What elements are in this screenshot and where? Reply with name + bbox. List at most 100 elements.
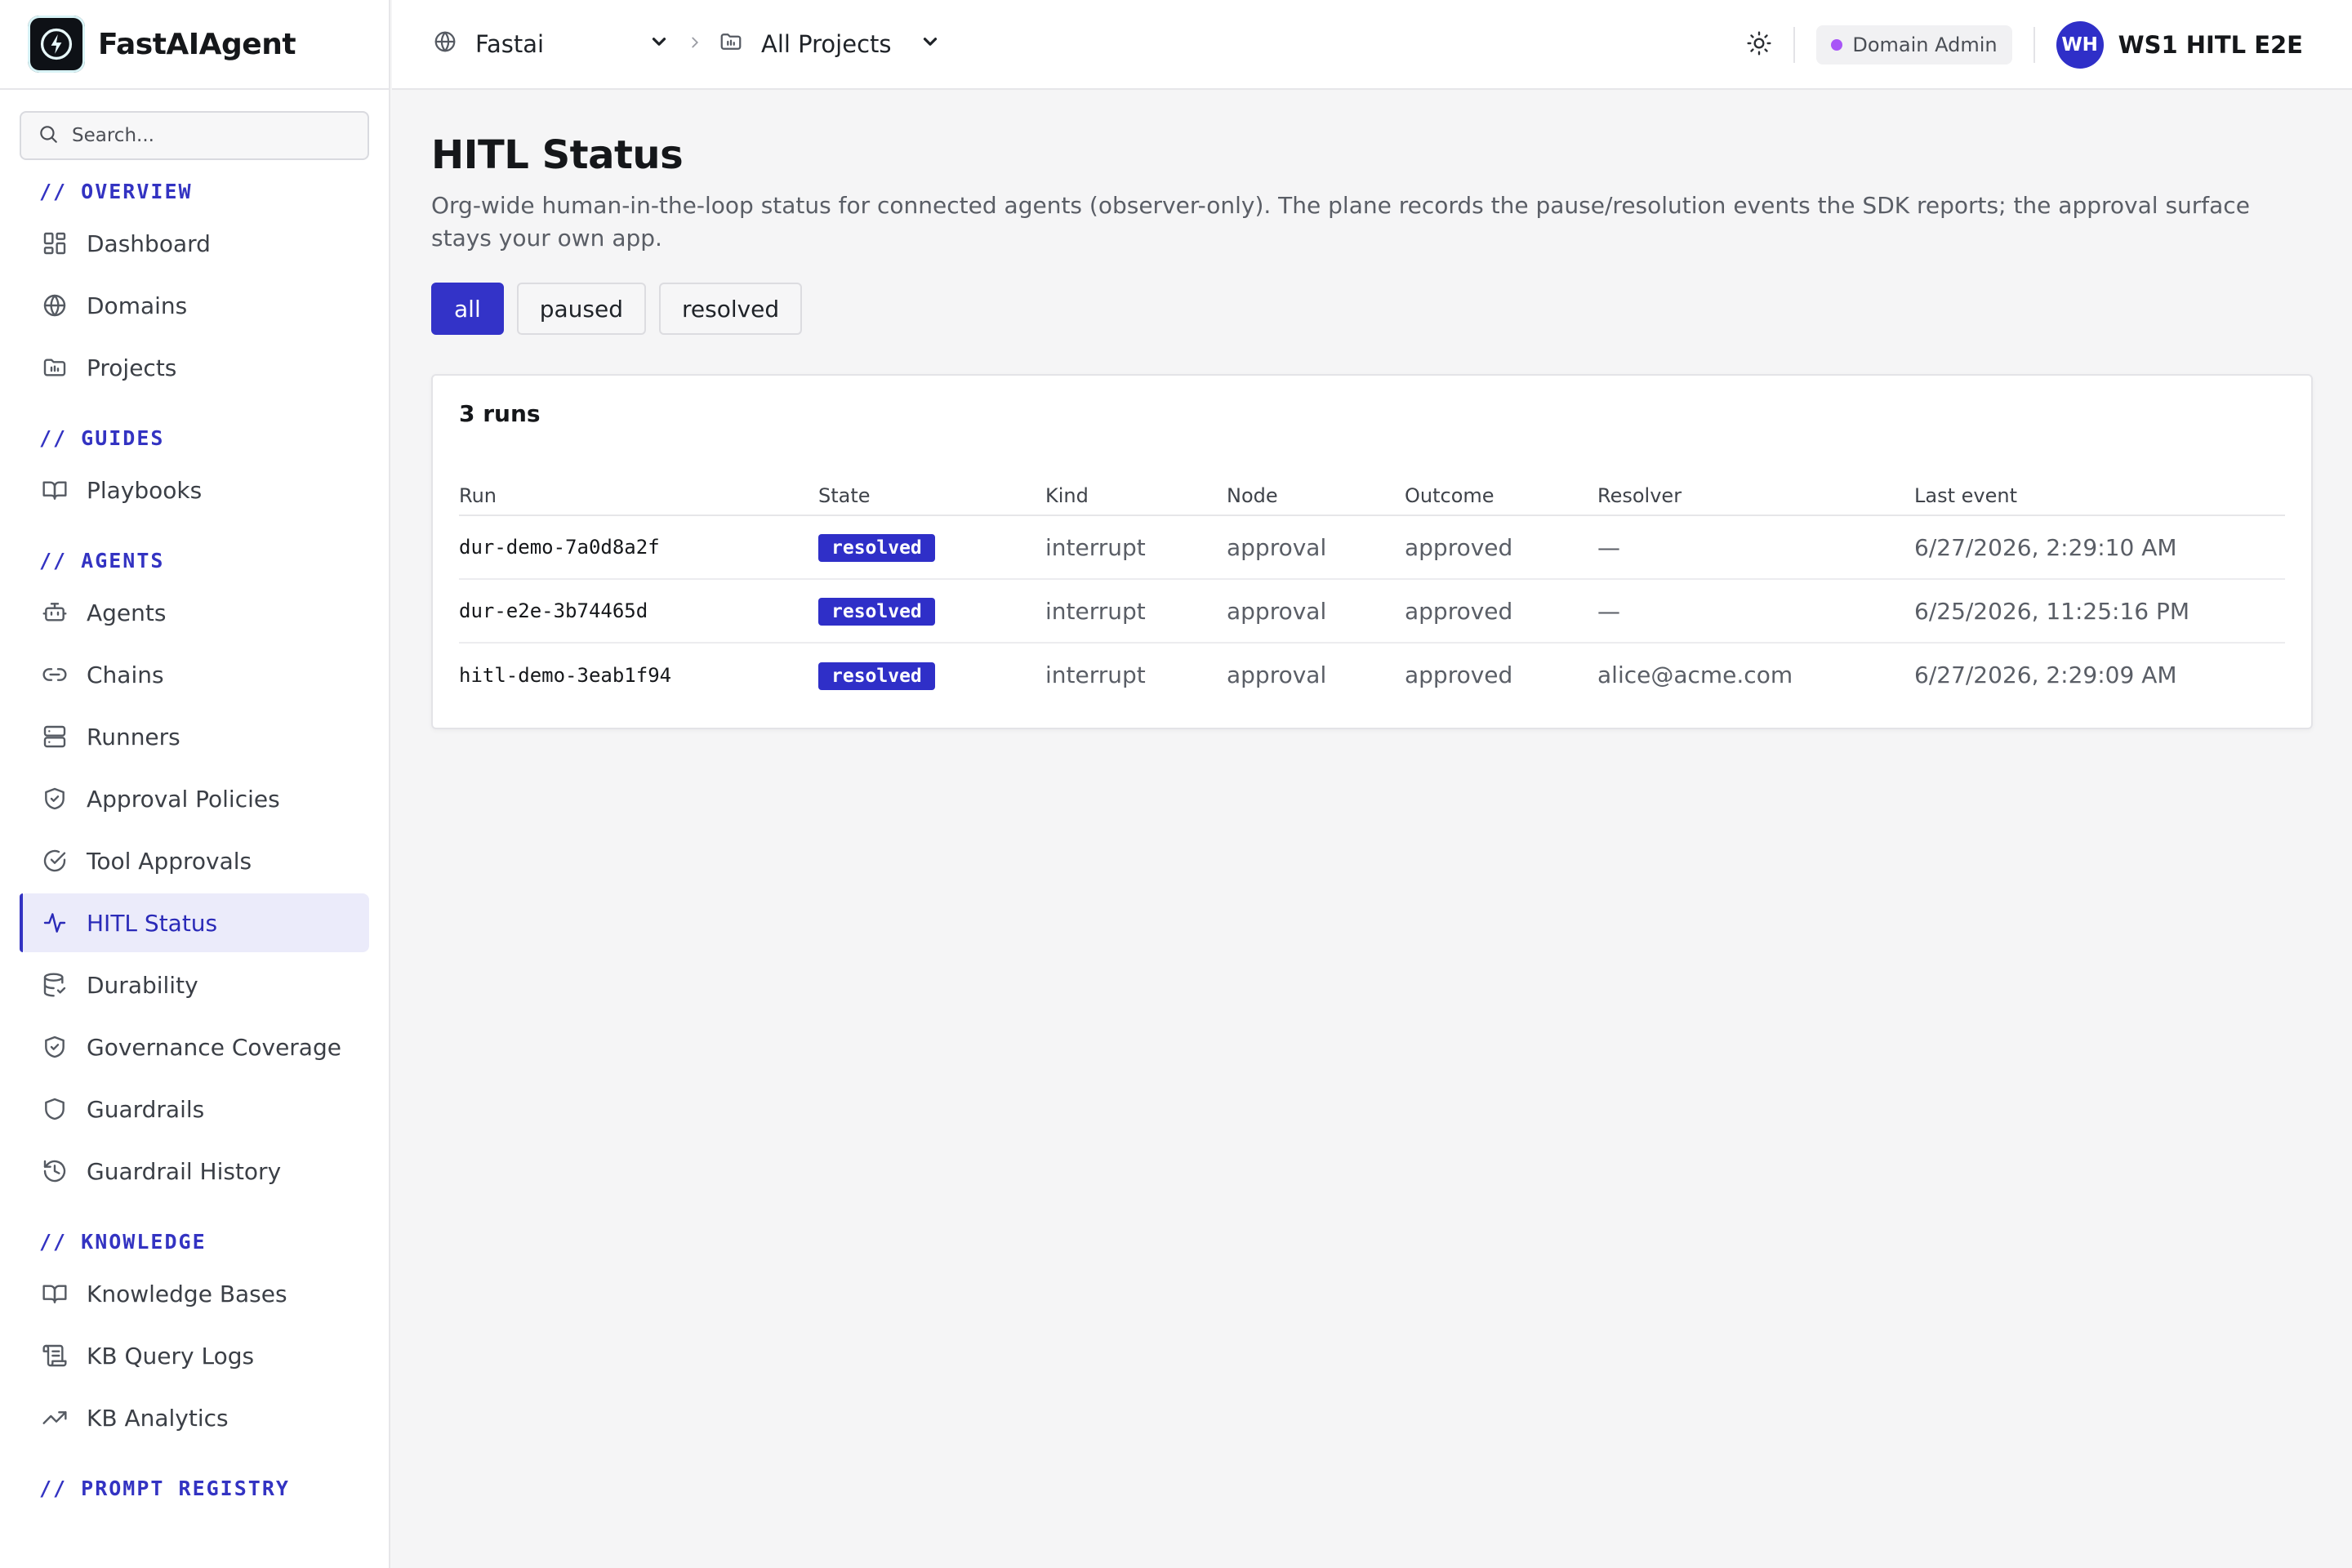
sidebar-item-label: Playbooks: [87, 476, 203, 504]
sidebar-item-playbooks[interactable]: Playbooks: [20, 461, 369, 519]
search-box[interactable]: [20, 111, 369, 160]
section-title-guides: // GUIDES: [39, 425, 165, 450]
cell-kind: interrupt: [1045, 662, 1146, 688]
sidebar-item-durability[interactable]: Durability: [20, 956, 369, 1014]
filter-all-button[interactable]: all: [431, 283, 504, 335]
database-icon: [41, 971, 69, 999]
cell-last-event: 6/25/2026, 11:25:16 PM: [1914, 579, 2285, 644]
sidebar-item-label: Knowledge Bases: [87, 1280, 287, 1307]
sidebar-item-label: Guardrails: [87, 1095, 205, 1123]
user-menu[interactable]: WH WS1 HITL E2E: [2056, 21, 2303, 69]
project-selector[interactable]: All Projects: [719, 29, 941, 60]
column-header-state[interactable]: State: [818, 476, 1045, 516]
cell-run: dur-e2e-3b74465d: [459, 579, 818, 644]
sidebar-item-label: Approval Policies: [87, 785, 280, 813]
project-name: All Projects: [761, 30, 892, 58]
cell-outcome: approved: [1405, 515, 1597, 580]
sidebar-item-label: Dashboard: [87, 229, 211, 257]
sidebar-item-label: Durability: [87, 971, 198, 999]
cell-state: resolved: [818, 515, 1045, 580]
shield-icon: [41, 1095, 69, 1123]
cell-node: approval: [1227, 579, 1405, 644]
sidebar-item-domains[interactable]: Domains: [20, 276, 369, 335]
cell-node: approval: [1227, 515, 1405, 580]
sidebar-item-chains[interactable]: Chains: [20, 645, 369, 704]
sidebar-item-governance-coverage[interactable]: Governance Coverage: [20, 1018, 369, 1076]
filter-paused-button[interactable]: paused: [516, 283, 646, 335]
column-header-last-event[interactable]: Last event: [1914, 476, 2285, 516]
sidebar-item-approval-policies[interactable]: Approval Policies: [20, 769, 369, 828]
table-row[interactable]: dur-demo-7a0d8a2f resolved interrupt approv…: [459, 515, 2285, 580]
sidebar-item-guardrails[interactable]: Guardrails: [20, 1080, 369, 1138]
shield-check-icon: [41, 1033, 69, 1061]
state-badge: resolved: [818, 662, 935, 690]
book-icon: [41, 476, 69, 504]
runs-count: 3 runs: [459, 400, 541, 427]
avatar: WH: [2056, 21, 2104, 69]
sidebar-nav: // OVERVIEW Dashboard Domains Projects // GU…: [0, 168, 389, 1511]
sidebar-item-label: Agents: [87, 599, 167, 626]
sidebar-item-tool-approvals[interactable]: Tool Approvals: [20, 831, 369, 890]
breadcrumb-separator-icon: [686, 33, 704, 55]
table-row[interactable]: dur-e2e-3b74465d resolved interrupt approva…: [459, 579, 2285, 644]
domain-name: Fastai: [475, 30, 545, 58]
sidebar-item-projects[interactable]: Projects: [20, 338, 369, 397]
sidebar-item-runners[interactable]: Runners: [20, 707, 369, 766]
domain-selector[interactable]: Fastai: [433, 29, 670, 60]
theme-toggle-sun-icon[interactable]: [1746, 30, 1772, 60]
check-circle-icon: [41, 847, 69, 875]
page-description: Org-wide human-in-the-loop status for co…: [431, 192, 2250, 252]
cell-kind: interrupt: [1045, 579, 1227, 644]
dashboard-icon: [41, 229, 69, 257]
cell-state: resolved: [818, 643, 1045, 706]
sidebar-item-label: Runners: [87, 723, 180, 751]
sidebar-item-label: Domains: [87, 292, 188, 319]
sidebar-item-dashboard[interactable]: Dashboard: [20, 214, 369, 273]
cell-state: resolved: [818, 579, 1045, 644]
role-status-dot: [1831, 39, 1843, 51]
cell-outcome: approved: [1405, 579, 1597, 644]
cell-resolver: —: [1597, 515, 1914, 580]
sidebar-item-label: HITL Status: [87, 909, 218, 937]
column-header-outcome[interactable]: Outcome: [1405, 476, 1597, 516]
section-title-prompt-registry: // PROMPT REGISTRY: [39, 1476, 290, 1500]
state-badge: resolved: [818, 598, 935, 626]
folder-icon: [41, 354, 69, 381]
sidebar-item-label: KB Query Logs: [87, 1342, 255, 1370]
column-header-kind[interactable]: Kind: [1045, 476, 1227, 516]
runs-card: 3 runs Run State Kind Node Outcome Resolver La…: [431, 374, 2313, 729]
search-input[interactable]: [72, 125, 350, 146]
sidebar-item-kb-query-logs[interactable]: KB Query Logs: [20, 1326, 369, 1385]
scroll-icon: [41, 1342, 69, 1370]
cell-outcome: approved: [1405, 662, 1513, 688]
cell-kind: interrupt: [1045, 515, 1227, 580]
sidebar-item-label: KB Analytics: [87, 1404, 229, 1432]
bolt-logo-icon: [28, 16, 85, 73]
state-filter-group: all paused resolved: [431, 283, 2313, 335]
sidebar-item-knowledge-bases[interactable]: Knowledge Bases: [20, 1264, 369, 1323]
sidebar-item-label: Tool Approvals: [87, 847, 252, 875]
search-icon: [38, 123, 59, 148]
filter-resolved-button[interactable]: resolved: [658, 283, 803, 335]
role-label: Domain Admin: [1852, 33, 1998, 56]
brand[interactable]: FastAIAgent: [0, 0, 389, 90]
trending-up-icon: [41, 1404, 69, 1432]
sidebar-item-label: Guardrail History: [87, 1157, 282, 1185]
section-title-overview: // OVERVIEW: [39, 179, 193, 203]
globe-icon: [41, 292, 69, 319]
role-badge: Domain Admin: [1816, 25, 2012, 65]
column-header-run[interactable]: Run: [459, 476, 818, 516]
column-header-node[interactable]: Node: [1227, 476, 1405, 516]
sidebar-item-kb-analytics[interactable]: KB Analytics: [20, 1388, 369, 1447]
bot-icon: [41, 599, 69, 626]
topbar: Fastai All Projects Domain Admin WH WS1 …: [392, 0, 2352, 90]
topbar-right: Domain Admin WH WS1 HITL E2E: [1746, 0, 2303, 90]
sidebar-item-hitl-status[interactable]: HITL Status: [20, 893, 369, 952]
table-body: dur-demo-7a0d8a2f resolved interrupt approv…: [459, 515, 2285, 706]
sidebar-item-guardrail-history[interactable]: Guardrail History: [20, 1142, 369, 1200]
sidebar-item-agents[interactable]: Agents: [20, 583, 369, 642]
link-icon: [41, 661, 69, 688]
column-header-resolver[interactable]: Resolver: [1597, 476, 1914, 516]
runs-table: Run State Kind Node Outcome Resolver Last even…: [459, 476, 2285, 706]
table-row[interactable]: hitl-demo-3eab1f94 resolved interrupt appro…: [459, 643, 2285, 706]
